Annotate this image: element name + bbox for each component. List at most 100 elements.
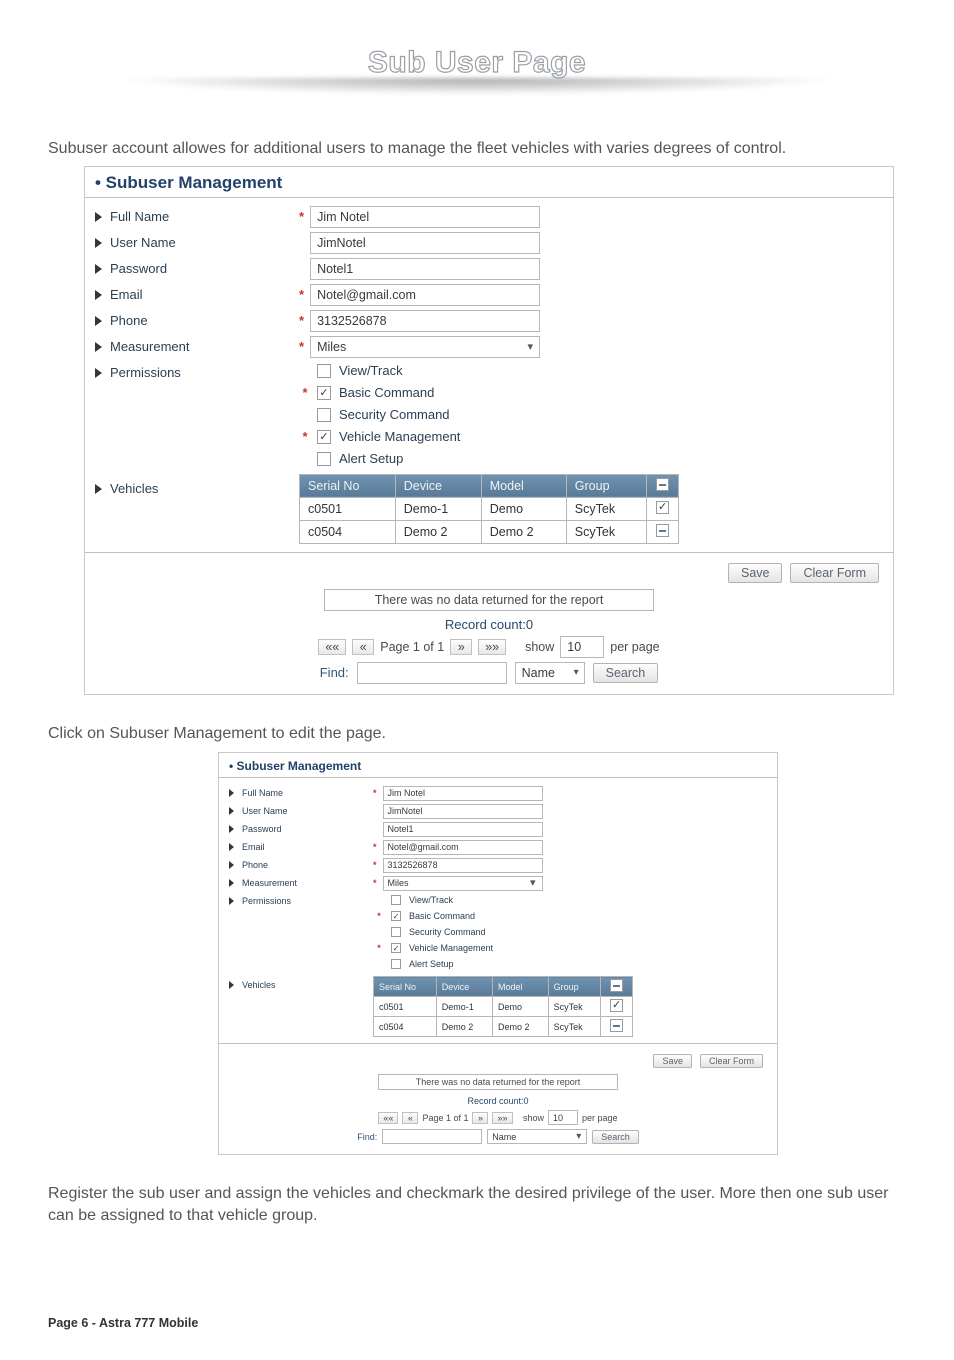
label-user-name: User Name bbox=[110, 235, 176, 250]
find-label: Find: bbox=[320, 665, 349, 680]
search-button[interactable]: Search bbox=[592, 1130, 639, 1144]
mid-caption: Click on Subuser Management to edit the … bbox=[48, 723, 906, 745]
perm-checkbox-security[interactable] bbox=[317, 408, 331, 422]
cell-serial: c0504 bbox=[300, 520, 396, 543]
row-checkbox[interactable] bbox=[610, 999, 623, 1012]
select-all-checkbox[interactable] bbox=[610, 979, 623, 992]
email-input[interactable]: Notel@gmail.com bbox=[310, 284, 540, 306]
password-input[interactable]: Notel1 bbox=[383, 822, 543, 837]
perm-checkbox[interactable] bbox=[391, 943, 401, 953]
table-row[interactable]: c0501 Demo-1 Demo ScyTek bbox=[300, 497, 679, 520]
caret-icon bbox=[95, 290, 102, 300]
select-all-checkbox[interactable] bbox=[656, 478, 669, 491]
cell-group: ScyTek bbox=[566, 520, 646, 543]
perm-label: Alert Setup bbox=[339, 451, 403, 466]
record-count: Record count:0 bbox=[95, 617, 883, 632]
cell-group: ScyTek bbox=[566, 497, 646, 520]
measurement-select[interactable]: Miles bbox=[310, 336, 540, 358]
vehicles-table: Serial No Device Model Group c0501 Demo-… bbox=[299, 474, 679, 544]
subuser-screenshot-small: • Subuser Management Full Name *Jim Note… bbox=[218, 752, 778, 1155]
page-title: Sub User Page bbox=[368, 46, 586, 80]
report-message: There was no data returned for the repor… bbox=[324, 589, 654, 611]
page-footer: Page 6 - Astra 777 Mobile bbox=[48, 1316, 198, 1330]
label-password: Password bbox=[110, 261, 167, 276]
pager-label: Page 1 of 1 bbox=[380, 640, 444, 654]
label-full-name: Full Name bbox=[110, 209, 169, 224]
outro-paragraph: Register the sub user and assign the veh… bbox=[48, 1183, 906, 1226]
user-name-input[interactable]: JimNotel bbox=[310, 232, 540, 254]
caret-icon bbox=[95, 212, 102, 222]
label-phone: Phone bbox=[110, 313, 148, 328]
table-row[interactable]: c0501 Demo-1 Demo ScyTek bbox=[374, 997, 633, 1017]
save-button[interactable]: Save bbox=[653, 1054, 692, 1068]
user-name-input[interactable]: JimNotel bbox=[383, 804, 543, 819]
full-name-input[interactable]: Jim Notel bbox=[310, 206, 540, 228]
cell-model: Demo 2 bbox=[481, 520, 566, 543]
perm-checkbox-viewtrack[interactable] bbox=[317, 364, 331, 378]
pager-show-label: show bbox=[525, 640, 554, 654]
pager-prev[interactable]: « bbox=[352, 639, 374, 655]
caret-icon bbox=[95, 368, 102, 378]
password-input[interactable]: Notel1 bbox=[310, 258, 540, 280]
clear-button[interactable]: Clear Form bbox=[790, 563, 879, 583]
row-checkbox[interactable] bbox=[656, 524, 669, 537]
col-group[interactable]: Group bbox=[566, 474, 646, 497]
col-device[interactable]: Device bbox=[395, 474, 481, 497]
find-column-select[interactable]: Name bbox=[515, 662, 585, 684]
table-row[interactable]: c0504 Demo 2 Demo 2 ScyTek bbox=[300, 520, 679, 543]
clear-button[interactable]: Clear Form bbox=[700, 1054, 763, 1068]
measurement-select[interactable]: Miles bbox=[383, 876, 543, 891]
report-message: There was no data returned for the repor… bbox=[378, 1074, 618, 1090]
caret-icon bbox=[95, 238, 102, 248]
pager-first[interactable]: «« bbox=[318, 639, 346, 655]
pager-show-select[interactable]: 10 bbox=[560, 636, 604, 658]
table-row[interactable]: c0504 Demo 2 Demo 2 ScyTek bbox=[374, 1017, 633, 1037]
find-input[interactable] bbox=[357, 662, 507, 684]
caret-icon bbox=[95, 264, 102, 274]
pager-prev[interactable]: « bbox=[402, 1112, 418, 1124]
row-checkbox[interactable] bbox=[610, 1019, 623, 1032]
row-checkbox[interactable] bbox=[656, 501, 669, 514]
pager-perpage-label: per page bbox=[610, 640, 659, 654]
cell-device: Demo 2 bbox=[395, 520, 481, 543]
intro-paragraph: Subuser account allowes for additional u… bbox=[48, 138, 906, 160]
perm-checkbox-basic[interactable] bbox=[317, 386, 331, 400]
full-name-input[interactable]: Jim Notel bbox=[383, 786, 543, 801]
pager-first[interactable]: «« bbox=[378, 1112, 398, 1124]
col-select[interactable] bbox=[647, 474, 679, 497]
pager-last[interactable]: »» bbox=[478, 639, 506, 655]
label-permissions: Permissions bbox=[110, 365, 181, 380]
col-model[interactable]: Model bbox=[481, 474, 566, 497]
pager-last[interactable]: »» bbox=[492, 1112, 512, 1124]
phone-input[interactable]: 3132526878 bbox=[310, 310, 540, 332]
perm-label: View/Track bbox=[339, 363, 403, 378]
pager-show-select[interactable]: 10 bbox=[548, 1110, 578, 1125]
col-serial[interactable]: Serial No bbox=[300, 474, 396, 497]
record-count: Record count:0 bbox=[229, 1096, 767, 1106]
perm-checkbox[interactable] bbox=[391, 911, 401, 921]
cell-serial: c0501 bbox=[300, 497, 396, 520]
panel-heading: • Subuser Management bbox=[219, 753, 777, 775]
caret-icon bbox=[95, 316, 102, 326]
panel-heading: • Subuser Management bbox=[85, 167, 893, 195]
perm-checkbox[interactable] bbox=[391, 927, 401, 937]
save-button[interactable]: Save bbox=[728, 563, 783, 583]
perm-checkbox-alert[interactable] bbox=[317, 452, 331, 466]
permissions-group: *View/Track *Basic Command *Security Com… bbox=[299, 360, 883, 470]
vehicles-table: Serial No Device Model Group c0501 Demo-… bbox=[373, 976, 633, 1037]
pager-next[interactable]: » bbox=[450, 639, 472, 655]
find-column-select[interactable]: Name bbox=[487, 1129, 587, 1144]
pager-next[interactable]: » bbox=[472, 1112, 488, 1124]
perm-checkbox[interactable] bbox=[391, 895, 401, 905]
label-email: Email bbox=[110, 287, 143, 302]
subuser-screenshot-large: • Subuser Management Full Name * Jim Not… bbox=[84, 166, 894, 695]
find-input[interactable] bbox=[382, 1129, 482, 1144]
perm-label: Vehicle Management bbox=[339, 429, 460, 444]
phone-input[interactable]: 3132526878 bbox=[383, 858, 543, 873]
cell-model: Demo bbox=[481, 497, 566, 520]
search-button[interactable]: Search bbox=[593, 663, 659, 683]
label-vehicles: Vehicles bbox=[110, 481, 158, 496]
perm-checkbox-vehicle[interactable] bbox=[317, 430, 331, 444]
perm-checkbox[interactable] bbox=[391, 959, 401, 969]
email-input[interactable]: Notel@gmail.com bbox=[383, 840, 543, 855]
